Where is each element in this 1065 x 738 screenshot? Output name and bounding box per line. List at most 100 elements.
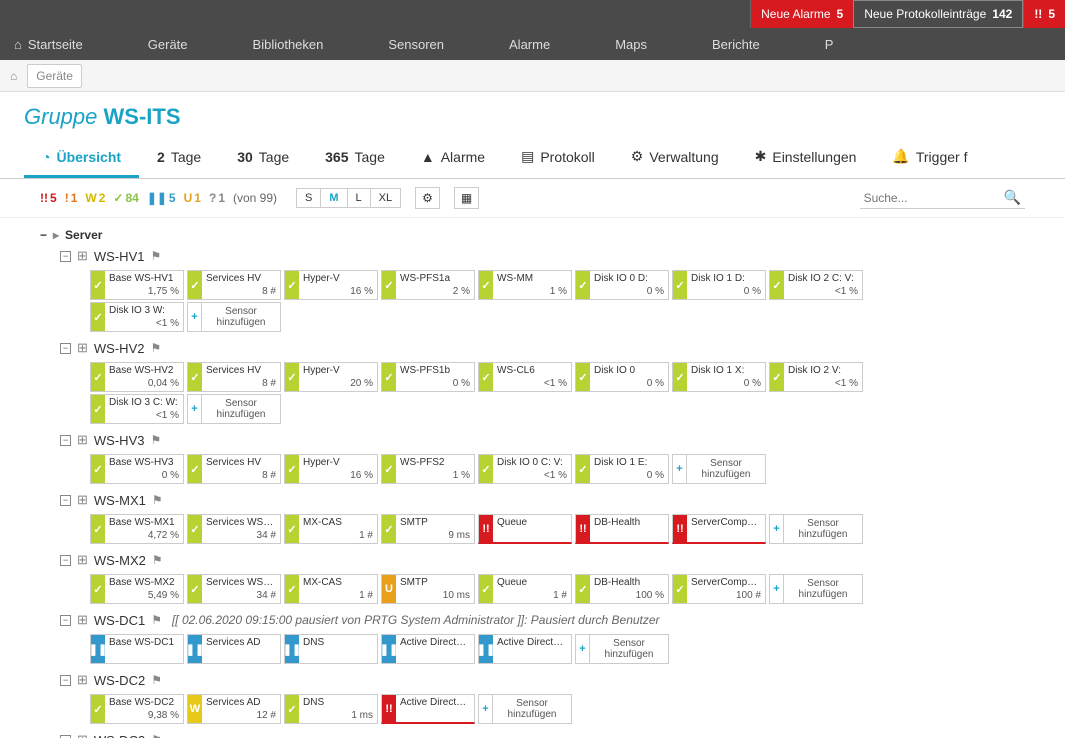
sensor-tile[interactable]: ✓WS-CL6<1 % <box>478 362 572 392</box>
size-s[interactable]: S <box>296 188 321 208</box>
add-sensor-button[interactable]: +Sensor hinzufügen <box>187 394 281 424</box>
sensor-tile[interactable]: ✓WS-PFS1b0 % <box>381 362 475 392</box>
tab-protocol[interactable]: ▤Protokoll <box>503 138 613 178</box>
sensor-tile[interactable]: ✓Base WS-HV11,75 % <box>90 270 184 300</box>
tab-30days[interactable]: 30Tage <box>219 138 307 178</box>
sensor-tile[interactable]: ✓DNS1 ms <box>284 694 378 724</box>
status-paused[interactable]: ❚❚5 <box>147 191 176 205</box>
add-sensor-button[interactable]: +Sensor hinzufügen <box>187 302 281 332</box>
device-header[interactable]: −⊞WS-MX2⚑ <box>60 548 1025 572</box>
device-header[interactable]: −⊞WS-DC3⚑ <box>60 728 1025 738</box>
sensor-tile[interactable]: ✓WS-MM1 % <box>478 270 572 300</box>
status-up[interactable]: ✓84 <box>113 191 138 205</box>
status-down-ack[interactable]: !1 <box>65 191 78 205</box>
tab-alarms[interactable]: ▲Alarme <box>403 138 503 178</box>
search-icon[interactable]: 🔍 <box>1004 189 1021 206</box>
sensor-tile[interactable]: ✓Services WS-M...34 # <box>187 574 281 604</box>
status-down[interactable]: !!5 <box>40 191 57 205</box>
sensor-tile[interactable]: ❚❚DNS <box>284 634 378 664</box>
collapse-icon[interactable]: − <box>60 735 71 738</box>
sensor-tile[interactable]: ✓Hyper-V20 % <box>284 362 378 392</box>
settings-button[interactable]: ⚙ <box>415 187 440 209</box>
sensor-tile[interactable]: ✓Hyper-V16 % <box>284 270 378 300</box>
collapse-icon[interactable]: − <box>60 343 71 354</box>
collapse-icon[interactable]: − <box>60 675 71 686</box>
collapse-icon[interactable]: − <box>60 555 71 566</box>
sensor-tile[interactable]: ✓Hyper-V16 % <box>284 454 378 484</box>
add-sensor-button[interactable]: +Sensor hinzufügen <box>672 454 766 484</box>
device-header[interactable]: −⊞WS-DC2⚑ <box>60 668 1025 692</box>
tab-365days[interactable]: 365Tage <box>307 138 403 178</box>
sensor-tile[interactable]: !!ServerCompon... <box>672 514 766 544</box>
nav-p[interactable]: P <box>805 37 879 52</box>
status-unknown[interactable]: ?1 <box>209 191 225 205</box>
sensor-tile[interactable]: ✓Queue1 # <box>478 574 572 604</box>
sensor-tile[interactable]: ✓Disk IO 1 X:0 % <box>672 362 766 392</box>
nav-libraries[interactable]: Bibliotheken <box>233 37 369 52</box>
new-alarms-badge[interactable]: Neue Alarme 5 <box>750 0 853 28</box>
sensor-tile[interactable]: ✓Services WS-M...34 # <box>187 514 281 544</box>
sensor-tile[interactable]: !!DB-Health <box>575 514 669 544</box>
device-header[interactable]: −⊞WS-MX1⚑ <box>60 488 1025 512</box>
sensor-tile[interactable]: ✓Disk IO 0 C: V:<1 % <box>478 454 572 484</box>
sensor-tile[interactable]: ✓Base WS-HV20,04 % <box>90 362 184 392</box>
sensor-tile[interactable]: ✓WS-PFS21 % <box>381 454 475 484</box>
sensor-tile[interactable]: ✓Services HV8 # <box>187 362 281 392</box>
tab-trigger[interactable]: 🔔Trigger f <box>874 138 985 178</box>
tab-admin[interactable]: ⚙Verwaltung <box>613 138 737 178</box>
sensor-tile[interactable]: WServices AD12 # <box>187 694 281 724</box>
nav-home[interactable]: ⌂Startseite <box>10 37 128 52</box>
tab-overview[interactable]: ◔Übersicht <box>24 138 139 178</box>
add-sensor-button[interactable]: +Sensor hinzufügen <box>478 694 572 724</box>
sensor-tile[interactable]: ✓Services HV8 # <box>187 270 281 300</box>
sensor-tile[interactable]: ✓SMTP9 ms <box>381 514 475 544</box>
sensor-tile[interactable]: ✓WS-PFS1a2 % <box>381 270 475 300</box>
sensor-tile[interactable]: ✓Services HV8 # <box>187 454 281 484</box>
sensor-tile[interactable]: USMTP10 ms <box>381 574 475 604</box>
nav-maps[interactable]: Maps <box>595 37 692 52</box>
sensor-tile[interactable]: !!Queue <box>478 514 572 544</box>
size-m[interactable]: M <box>320 188 347 208</box>
add-sensor-button[interactable]: +Sensor hinzufügen <box>769 514 863 544</box>
status-warning[interactable]: W2 <box>85 191 105 205</box>
sensor-tile[interactable]: ✓Base WS-DC29,38 % <box>90 694 184 724</box>
device-header[interactable]: −⊞WS-DC1⚑[[ 02.06.2020 09:15:00 pausiert… <box>60 608 1025 632</box>
collapse-icon[interactable]: − <box>40 228 47 242</box>
size-l[interactable]: L <box>347 188 371 208</box>
status-unusual[interactable]: U1 <box>184 191 201 205</box>
group-header-server[interactable]: − ▸ Server <box>40 226 1025 244</box>
sensor-tile[interactable]: ✓Disk IO 3 C: W:<1 % <box>90 394 184 424</box>
collapse-icon[interactable]: − <box>60 435 71 446</box>
breadcrumb-devices[interactable]: Geräte <box>27 64 82 88</box>
device-header[interactable]: −⊞WS-HV3⚑ <box>60 428 1025 452</box>
tab-2days[interactable]: 2Tage <box>139 138 219 178</box>
device-header[interactable]: −⊞WS-HV2⚑ <box>60 336 1025 360</box>
new-logs-badge[interactable]: Neue Protokolleinträge 142 <box>853 0 1023 28</box>
sensor-tile[interactable]: ✓ServerCompon...100 # <box>672 574 766 604</box>
sensor-tile[interactable]: ✓Base WS-MX25,49 % <box>90 574 184 604</box>
nav-reports[interactable]: Berichte <box>692 37 805 52</box>
sensor-tile[interactable]: ✓Disk IO 00 % <box>575 362 669 392</box>
sensor-tile[interactable]: ✓MX-CAS1 # <box>284 574 378 604</box>
sensor-tile[interactable]: ✓Disk IO 0 D:0 % <box>575 270 669 300</box>
add-sensor-button[interactable]: +Sensor hinzufügen <box>575 634 669 664</box>
grid-view-button[interactable]: ▦ <box>454 187 479 209</box>
device-header[interactable]: −⊞WS-HV1⚑ <box>60 244 1025 268</box>
sensor-tile[interactable]: ✓Disk IO 1 E:0 % <box>575 454 669 484</box>
critical-badge[interactable]: !! 5 <box>1023 0 1065 28</box>
sensor-tile[interactable]: ❚❚Active Director... <box>478 634 572 664</box>
sensor-tile[interactable]: ✓Disk IO 2 C: V:<1 % <box>769 270 863 300</box>
tab-settings[interactable]: ✱Einstellungen <box>737 138 875 178</box>
search-input[interactable] <box>864 191 1004 205</box>
collapse-icon[interactable]: − <box>60 615 71 626</box>
sensor-tile[interactable]: !!Active Director... <box>381 694 475 724</box>
collapse-icon[interactable]: − <box>60 495 71 506</box>
sensor-tile[interactable]: ❚❚Services AD <box>187 634 281 664</box>
breadcrumb-home-icon[interactable]: ⌂ <box>10 69 17 83</box>
sensor-tile[interactable]: ✓MX-CAS1 # <box>284 514 378 544</box>
nav-sensors[interactable]: Sensoren <box>368 37 489 52</box>
sensor-tile[interactable]: ❚❚Base WS-DC1 <box>90 634 184 664</box>
nav-devices[interactable]: Geräte <box>128 37 233 52</box>
add-sensor-button[interactable]: +Sensor hinzufügen <box>769 574 863 604</box>
sensor-tile[interactable]: ✓Base WS-MX14,72 % <box>90 514 184 544</box>
